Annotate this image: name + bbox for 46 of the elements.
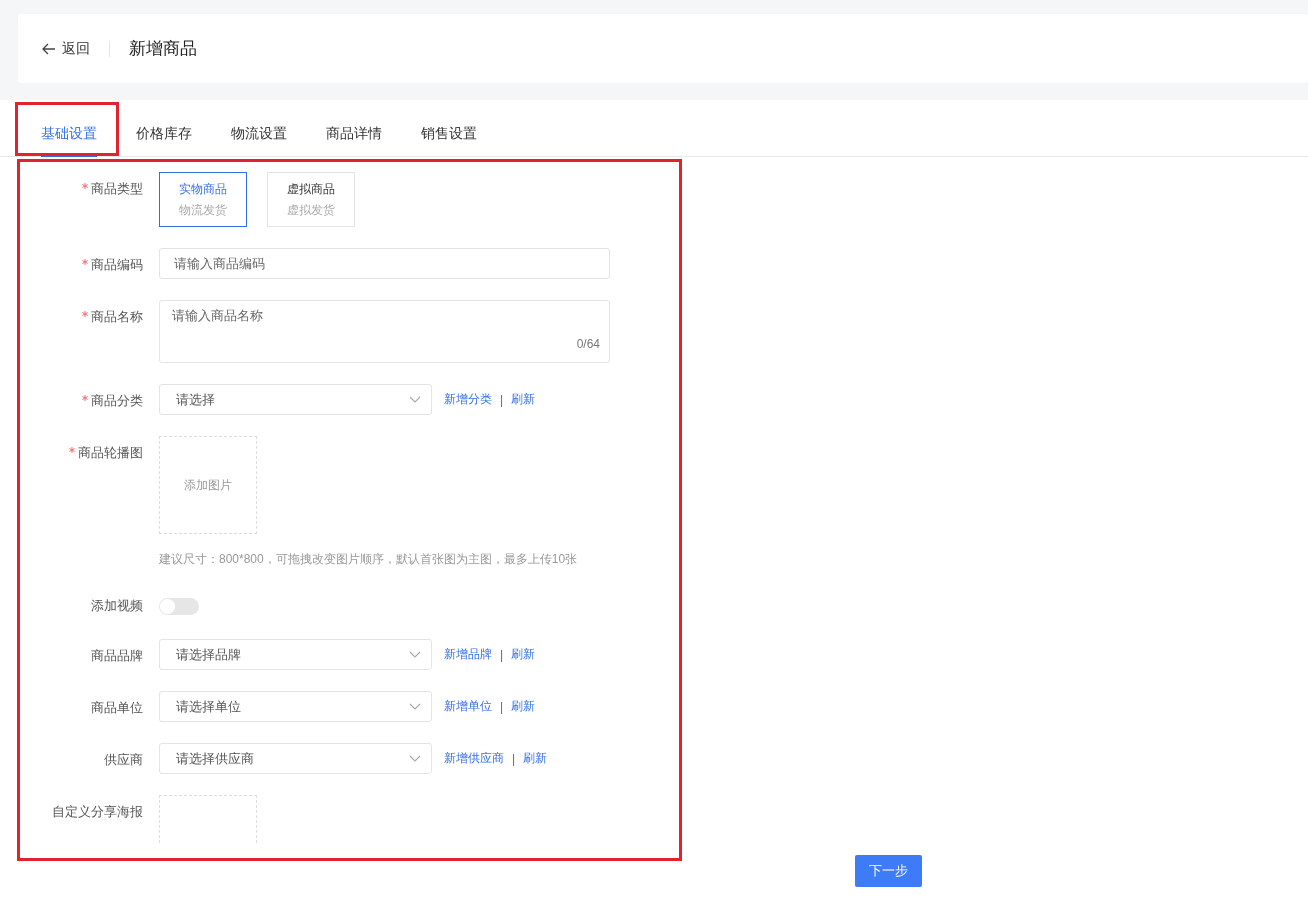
link[interactable]: 新增单位 [444, 698, 492, 715]
toggle-switch[interactable] [159, 598, 199, 615]
link[interactable]: 刷新 [511, 698, 536, 715]
chevron-down-icon [409, 395, 421, 404]
tab[interactable]: 价格库存 [136, 100, 192, 157]
link[interactable]: 刷新 [523, 750, 548, 767]
link[interactable]: 新增品牌 [444, 646, 492, 663]
page-title: 新增商品 [129, 38, 197, 60]
hint-text: 建议尺寸：800*800，可拖拽改变图片顺序，默认首张图为主图，最多上传10张 [159, 551, 579, 568]
field-label: 添加视频 [91, 597, 143, 615]
link-separator: | [500, 647, 504, 662]
tab[interactable]: 基础设置 [41, 100, 97, 157]
select-field[interactable]: 请选择单位 [159, 691, 432, 722]
link-separator: | [512, 751, 516, 766]
field-label: 供应商 [104, 751, 143, 769]
arrow-left-icon [42, 42, 56, 55]
char-counter: 0/64 [576, 337, 600, 351]
field-label: 商品品牌 [91, 647, 143, 665]
link[interactable]: 新增分类 [444, 391, 492, 408]
field-label: 商品分类 [91, 392, 143, 410]
select-field[interactable]: 请选择品牌 [159, 639, 432, 670]
field-label: 商品类型 [91, 180, 143, 198]
input-field[interactable]: 请输入商品编码 [159, 248, 610, 279]
upload-box[interactable]: 添加图片 [159, 436, 257, 534]
link[interactable]: 刷新 [511, 646, 536, 663]
select-field[interactable]: 请选择 [159, 384, 432, 415]
type-option-card[interactable]: 虚拟商品 虚拟发货 [267, 172, 355, 227]
field-label: 商品名称 [91, 308, 143, 326]
chevron-down-icon [409, 650, 421, 659]
type-option-card[interactable]: 实物商品 物流发货 [159, 172, 247, 227]
back-button[interactable]: 返回 [42, 39, 90, 58]
chevron-down-icon [409, 754, 421, 763]
link-separator: | [500, 392, 504, 407]
link-separator: | [500, 699, 504, 714]
tab[interactable]: 销售设置 [421, 100, 477, 157]
link[interactable]: 新增供应商 [444, 750, 504, 767]
link[interactable]: 刷新 [511, 391, 536, 408]
next-button[interactable]: 下一步 [854, 855, 922, 887]
tab[interactable]: 物流设置 [231, 100, 287, 157]
tab[interactable]: 商品详情 [326, 100, 382, 157]
field-label: 商品单位 [91, 699, 143, 717]
chevron-down-icon [409, 702, 421, 711]
field-label: 自定义分享海报 [52, 803, 143, 821]
field-label: 商品轮播图 [78, 444, 143, 462]
select-field[interactable]: 请选择供应商 [159, 743, 432, 774]
field-label: 商品编码 [91, 256, 143, 274]
